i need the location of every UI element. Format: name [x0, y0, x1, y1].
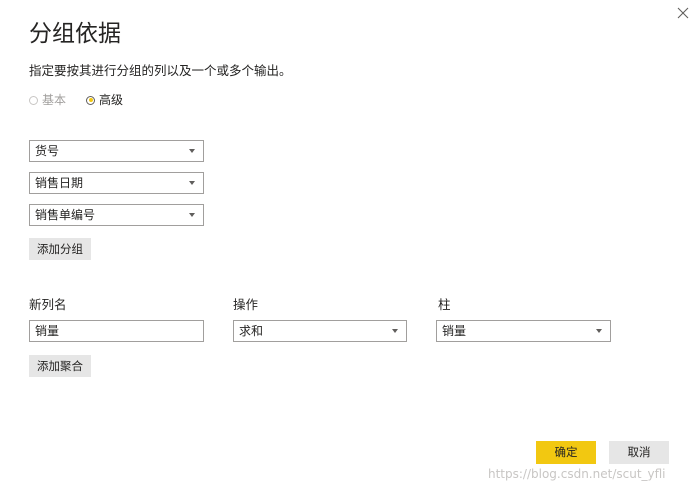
- radio-advanced-indicator[interactable]: [86, 95, 95, 105]
- chevron-down-icon: [189, 181, 195, 185]
- operation-select[interactable]: 求和: [233, 320, 407, 342]
- column-select[interactable]: 销量: [436, 320, 611, 342]
- watermark: https://blog.csdn.net/scut_yfli: [488, 467, 666, 481]
- group-by-dialog: 分组依据 指定要按其进行分组的列以及一个或多个输出。 基本 高级 货号 销售日期…: [0, 0, 699, 493]
- radio-advanced[interactable]: 高级: [86, 92, 123, 108]
- chevron-down-icon: [189, 149, 195, 153]
- radio-basic-label: 基本: [42, 93, 67, 107]
- close-button[interactable]: [672, 2, 694, 24]
- new-column-name-input[interactable]: 销量: [29, 320, 204, 342]
- column-select-value: 销量: [442, 324, 467, 338]
- ok-button[interactable]: 确定: [536, 441, 596, 464]
- group-by-select-2-value: 销售日期: [35, 176, 84, 190]
- group-by-select-2[interactable]: 销售日期: [29, 172, 204, 194]
- dialog-subtitle: 指定要按其进行分组的列以及一个或多个输出。: [29, 63, 292, 78]
- chevron-down-icon: [596, 329, 602, 333]
- radio-basic[interactable]: 基本: [29, 92, 66, 108]
- cancel-button[interactable]: 取消: [609, 441, 669, 464]
- chevron-down-icon: [392, 329, 398, 333]
- column-label: 柱: [438, 297, 451, 312]
- add-group-button[interactable]: 添加分组: [29, 238, 91, 260]
- group-by-select-3-value: 销售单编号: [35, 208, 96, 222]
- dialog-title: 分组依据: [29, 21, 121, 47]
- radio-basic-indicator[interactable]: [29, 95, 38, 105]
- radio-advanced-label: 高级: [99, 93, 124, 107]
- chevron-down-icon: [189, 213, 195, 217]
- close-icon: [677, 7, 689, 19]
- group-by-select-3[interactable]: 销售单编号: [29, 204, 204, 226]
- group-by-select-1[interactable]: 货号: [29, 140, 204, 162]
- group-by-select-1-value: 货号: [35, 144, 60, 158]
- operation-select-value: 求和: [239, 324, 264, 338]
- operation-label: 操作: [233, 297, 259, 312]
- add-aggregation-button[interactable]: 添加聚合: [29, 355, 91, 377]
- new-column-name-label: 新列名: [29, 297, 67, 312]
